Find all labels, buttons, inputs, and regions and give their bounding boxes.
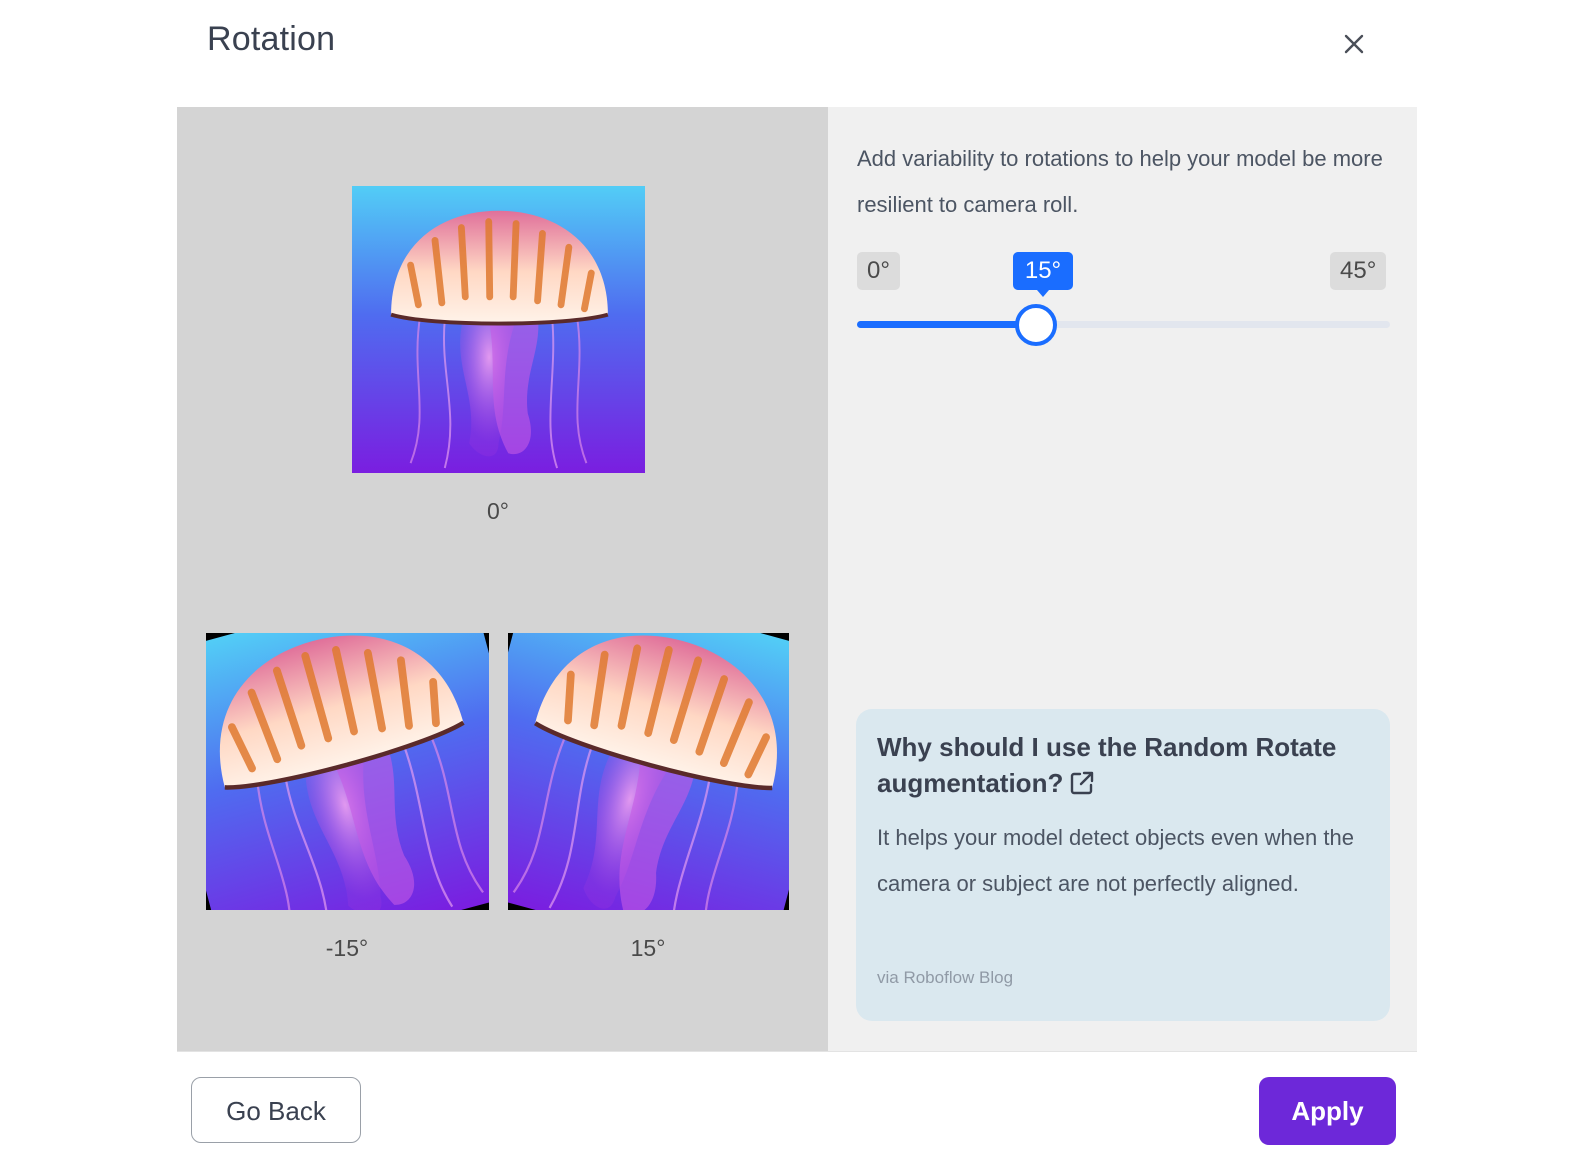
slider-fill	[857, 321, 1035, 328]
preview-label-rotated-positive: 15°	[630, 935, 666, 961]
slider-value-badge: 15°	[1013, 252, 1073, 297]
slider-thumb[interactable]	[1014, 304, 1057, 346]
info-title-text: Why should I use the Random Rotate augme…	[877, 732, 1337, 798]
close-icon	[1344, 34, 1364, 54]
slider-max-label: 45°	[1330, 252, 1387, 290]
external-link-icon[interactable]	[1069, 769, 1095, 805]
slider-min-label: 0°	[857, 252, 900, 290]
apply-button[interactable]: Apply	[1259, 1077, 1396, 1145]
preview-label-rotated-negative: -15°	[325, 935, 369, 961]
close-button[interactable]	[1334, 24, 1374, 64]
rotation-description: Add variability to rotations to help you…	[857, 146, 1383, 217]
preview-image-rotated-negative	[206, 633, 489, 910]
info-text: It helps your model detect objects even …	[877, 825, 1354, 896]
info-card: Why should I use the Random Rotate augme…	[856, 709, 1390, 1021]
dialog-title: Rotation	[207, 20, 336, 58]
rotation-dialog: Rotation 0° -15° 15° Add variability to …	[0, 0, 1578, 1168]
info-source: via Roboflow Blog	[877, 968, 1014, 987]
footer-divider	[177, 1051, 1417, 1052]
go-back-button[interactable]: Go Back	[191, 1077, 361, 1143]
preview-image-rotated-positive	[508, 633, 789, 910]
preview-label-original: 0°	[487, 498, 509, 524]
preview-image-original	[352, 186, 645, 473]
rotation-slider[interactable]	[857, 304, 1390, 346]
info-title: Why should I use the Random Rotate augme…	[877, 729, 1377, 805]
